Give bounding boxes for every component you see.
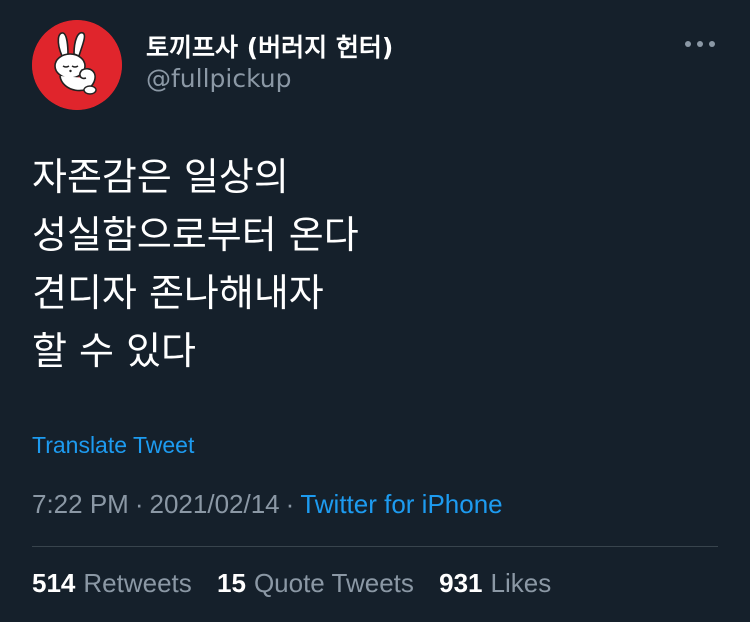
meta-separator: ·: [134, 489, 144, 519]
retweets-label: Retweets: [83, 568, 192, 598]
tweet-source-link[interactable]: Twitter for iPhone: [300, 489, 502, 519]
tweet-meta: 7:22 PM · 2021/02/14 · Twitter for iPhone: [32, 489, 503, 520]
more-options-button[interactable]: [680, 30, 720, 58]
retweets-stat[interactable]: 514 Retweets: [32, 568, 192, 599]
translate-tweet-link[interactable]: Translate Tweet: [32, 432, 194, 459]
tweet-text-line: 자존감은 일상의: [32, 155, 289, 199]
tweet-stats: 514 Retweets 15 Quote Tweets 931 Likes: [32, 568, 569, 599]
quote-tweets-stat[interactable]: 15 Quote Tweets: [217, 568, 414, 599]
author-handle[interactable]: @fullpickup: [146, 64, 292, 93]
meta-separator: ·: [285, 489, 295, 519]
quote-tweets-label: Quote Tweets: [253, 568, 414, 598]
likes-label: Likes: [490, 568, 552, 598]
likes-stat[interactable]: 931 Likes: [439, 568, 551, 599]
tweet-time[interactable]: 7:22 PM: [32, 489, 129, 519]
quote-tweets-count: 15: [217, 568, 246, 598]
tweet-detail: 토끼프사 (버러지 헌터) @fullpickup 자존감은 일상의 성실함으로…: [0, 0, 750, 622]
likes-count: 931: [439, 568, 483, 598]
retweets-count: 514: [32, 568, 76, 598]
author-display-name[interactable]: 토끼프사 (버러지 헌터): [146, 28, 393, 64]
divider: [32, 546, 718, 547]
tweet-text-line: 할 수 있다: [32, 329, 196, 373]
avatar[interactable]: [32, 20, 122, 110]
tweet-text-line: 견디자 존나해내자: [32, 271, 324, 315]
rabbit-avatar-icon: [32, 20, 122, 110]
tweet-date[interactable]: 2021/02/14: [150, 489, 280, 519]
more-dots-icon: [685, 41, 715, 47]
tweet-text-line: 성실함으로부터 온다: [32, 213, 359, 257]
tweet-text: 자존감은 일상의 성실함으로부터 온다 견디자 존나해내자 할 수 있다: [32, 148, 359, 380]
